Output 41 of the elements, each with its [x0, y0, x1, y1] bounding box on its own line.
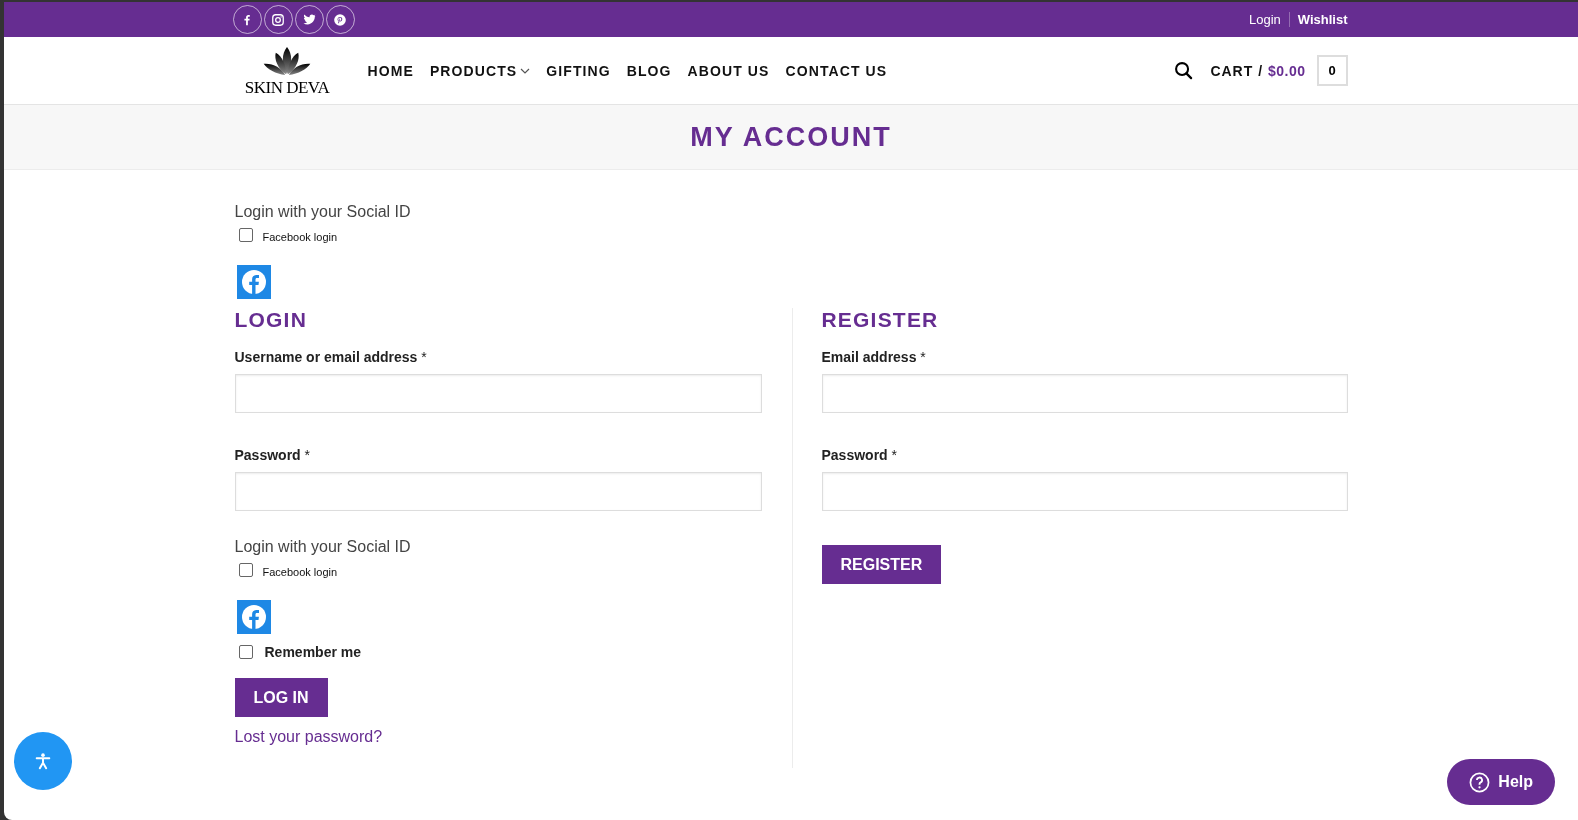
- nav-link[interactable]: CONTACT US: [785, 62, 888, 79]
- field-label: Password *: [234, 447, 311, 463]
- person-icon: [34, 752, 52, 770]
- login-button[interactable]: LOG IN: [234, 678, 328, 717]
- input-field[interactable]: [821, 472, 1348, 511]
- page-title: MY ACCOUNT: [690, 121, 892, 153]
- social-login-heading: Login with your Social ID: [234, 538, 412, 556]
- register-title: REGISTER: [821, 308, 940, 332]
- register-button[interactable]: REGISTER: [821, 545, 942, 584]
- nav-link[interactable]: ABOUT US: [687, 62, 770, 79]
- question-mark-icon: [1469, 771, 1491, 793]
- nav-link[interactable]: BLOG: [626, 62, 672, 79]
- input-field[interactable]: [821, 374, 1348, 413]
- field-label: Username or email address *: [234, 349, 428, 365]
- field-label: Password *: [821, 447, 898, 463]
- facebook-login-icon[interactable]: [236, 265, 271, 299]
- top-bar-link[interactable]: Login: [1248, 12, 1281, 27]
- input-field[interactable]: [234, 374, 762, 413]
- input-field[interactable]: [234, 472, 762, 511]
- checkbox[interactable]: [238, 228, 253, 242]
- lost-password-link[interactable]: Lost your password?: [234, 728, 762, 746]
- social-login-heading: Login with your Social ID: [234, 203, 412, 221]
- cart-link[interactable]: CART / $0.00: [1210, 62, 1306, 79]
- nav-link[interactable]: GIFTING: [546, 62, 611, 79]
- logo-text[interactable]: SKIN DEVA: [244, 78, 330, 96]
- accessibility-button[interactable]: [14, 732, 72, 790]
- checkbox-label: Facebook login: [262, 566, 338, 578]
- nav-link[interactable]: PRODUCTS: [429, 62, 531, 79]
- facebook-login-icon[interactable]: [236, 600, 271, 634]
- caret-icon: [520, 67, 531, 74]
- nav-link[interactable]: HOME: [367, 62, 414, 79]
- remember-me-label: Remember me: [264, 644, 361, 660]
- checkbox[interactable]: [238, 645, 253, 659]
- checkbox-label: Facebook login: [262, 231, 338, 243]
- field-label: Email address *: [821, 349, 927, 365]
- login-title: LOGIN: [234, 308, 308, 332]
- top-bar-link[interactable]: Wishlist: [1297, 12, 1348, 27]
- search-icon[interactable]: [1174, 61, 1194, 80]
- help-button[interactable]: Help: [1447, 759, 1555, 805]
- cart-count[interactable]: 0: [1316, 55, 1348, 86]
- checkbox[interactable]: [238, 563, 253, 577]
